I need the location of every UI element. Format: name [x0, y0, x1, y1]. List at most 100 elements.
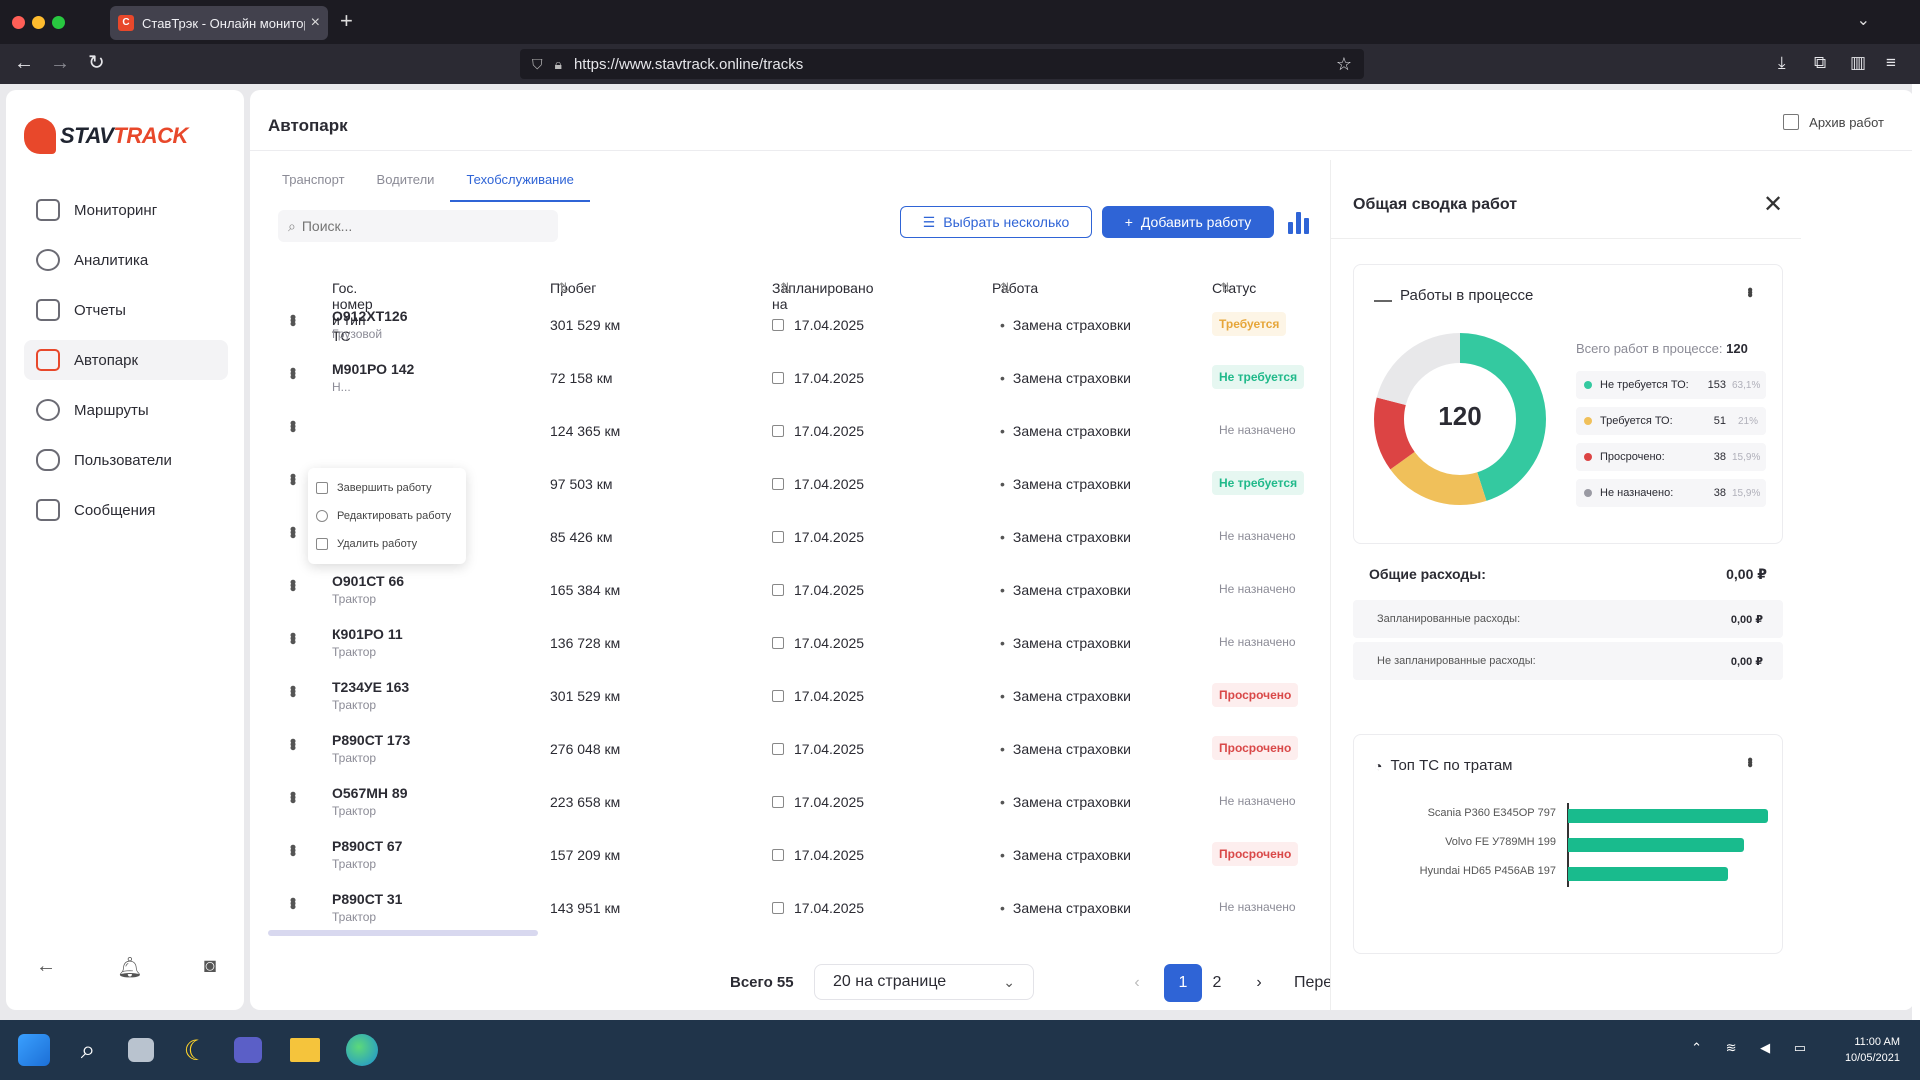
bar [1568, 867, 1728, 881]
tab-list-chevron-icon[interactable]: ⌄ [1857, 10, 1870, 30]
sort-icon[interactable]: ⇅ [1000, 280, 1011, 296]
tab-maintenance[interactable]: Техобслуживание [450, 160, 590, 202]
sidebar-item-users[interactable]: Пользователи [24, 440, 228, 480]
more-options-icon[interactable]: ••• [1740, 287, 1758, 295]
stavtrack-logo[interactable]: STAVTRACK [24, 118, 188, 154]
table-row[interactable]: ••• М901РО 142 Н... 72 158 км 17.04.2025 Заме… [268, 353, 1330, 406]
edge-browser-icon[interactable] [346, 1034, 378, 1066]
menu-hamburger-icon[interactable]: ≡ [1886, 53, 1896, 73]
analytics-icon [36, 249, 60, 271]
sidebar-item-routes[interactable]: Маршруты [24, 390, 228, 430]
collapse-arrow-icon[interactable]: ← [36, 955, 56, 980]
archive-works-button[interactable]: Архив работ [1783, 114, 1884, 130]
bar-row: Scania P360 Е345ОР 797 [1374, 803, 1774, 832]
table-row[interactable]: ••• 124 365 км 17.04.2025 Замена страховки Н… [268, 406, 1330, 459]
extensions-icon[interactable]: ⧉ [1814, 53, 1826, 73]
downloads-icon[interactable]: ⤓ [1778, 53, 1786, 73]
search-icon[interactable]: ⌕ [72, 1034, 104, 1066]
edit-work-menu-item[interactable]: Редактировать работу [308, 502, 466, 530]
table-row[interactable]: ••• Р890СТ 173 Трактор 276 048 км 17.04.2025… [268, 724, 1330, 777]
close-icon[interactable]: ✕ [1763, 190, 1783, 219]
teams-app-icon[interactable] [234, 1037, 262, 1063]
bookmark-star-icon[interactable]: ☆ [1336, 54, 1352, 75]
row-actions-icon[interactable]: ••• [283, 579, 303, 589]
windows-start-icon[interactable] [18, 1034, 50, 1066]
table-row[interactable]: ••• Р890СТ 67 Трактор 157 209 км 17.04.2025 З… [268, 830, 1330, 883]
row-actions-icon[interactable]: ••• [283, 526, 303, 536]
work-name: Замена страховки [1000, 900, 1131, 916]
sort-icon[interactable]: ⇅ [780, 280, 791, 296]
url-text[interactable]: https://www.stavtrack.online/tracks [574, 56, 803, 73]
row-actions-icon[interactable]: ••• [283, 685, 303, 695]
new-tab-button[interactable]: + [340, 8, 353, 34]
table-row[interactable]: ••• О901СТ 66 Трактор 165 384 км 17.04.2025 З… [268, 565, 1330, 618]
page-1-button[interactable]: 1 [1164, 964, 1202, 1002]
search-input[interactable] [301, 218, 548, 234]
table-row[interactable]: ••• О567МН 89 Трактор 223 658 км 17.04.2025 З… [268, 777, 1330, 830]
sidebar-item-monitoring[interactable]: Мониторинг [24, 190, 228, 230]
checklist-icon: ☰ [922, 213, 936, 230]
prev-page-button[interactable]: ‹ [1118, 964, 1156, 1002]
scheduled-date: 17.04.2025 [772, 635, 864, 651]
more-options-icon[interactable]: ••• [1740, 757, 1758, 765]
task-view-icon[interactable] [128, 1038, 154, 1062]
tab-transport[interactable]: Транспорт [266, 160, 361, 202]
row-actions-icon[interactable]: ••• [283, 738, 303, 748]
row-actions-icon[interactable]: ••• [283, 420, 303, 430]
sort-icon[interactable]: ⇅ [1220, 280, 1231, 296]
sidebar-item-messages[interactable]: Сообщения [24, 490, 228, 530]
row-actions-icon[interactable]: ••• [283, 844, 303, 854]
notifications-bell-icon[interactable]: 🔔︎ [117, 955, 142, 980]
reload-icon[interactable]: ↻ [88, 52, 105, 74]
table-row[interactable]: ••• К901РО 11 Трактор 136 728 км 17.04.2025 З… [268, 618, 1330, 671]
system-clock[interactable]: 11:00 AM 10/05/2021 [1845, 1034, 1900, 1066]
file-explorer-icon[interactable] [290, 1038, 320, 1062]
add-work-button[interactable]: + Добавить работу [1102, 206, 1274, 238]
browser-tab-active[interactable]: С СтавТрэк - Онлайн мониторинг × [110, 6, 328, 40]
page-2-button[interactable]: 2 [1198, 964, 1236, 1002]
table-header: Гос. номер и тип ТС Пробег ⇅ Запланирован… [332, 280, 1257, 344]
next-page-button[interactable]: › [1240, 964, 1278, 1002]
horizontal-scrollbar[interactable] [268, 930, 538, 936]
table-row[interactable]: ••• О912ХТ126 Грузовой 301 529 км 17.04.2025… [268, 300, 1330, 353]
close-tab-icon[interactable]: × [311, 14, 320, 32]
table-row[interactable]: ••• Р890СТ 31 Трактор 143 951 км 17.04.2025 З… [268, 883, 1330, 936]
row-actions-icon[interactable]: ••• [283, 314, 303, 324]
row-actions-icon[interactable]: ••• [283, 897, 303, 907]
per-page-select[interactable]: 20 на странице ⌄ [814, 964, 1034, 1000]
shield-icon[interactable]: ⛉ [532, 56, 543, 73]
minimize-window-button[interactable] [32, 16, 45, 29]
sort-icon[interactable]: ⇅ [558, 280, 569, 296]
delete-work-menu-item[interactable]: Удалить работу [308, 530, 466, 558]
close-window-button[interactable] [12, 16, 25, 29]
sidebar-item-fleet[interactable]: Автопарк [24, 340, 228, 380]
system-tray[interactable]: ⌃ ≋ ◀ ▭ [1691, 1040, 1816, 1056]
search-box[interactable]: ⌕ [278, 210, 558, 242]
url-bar[interactable]: ⛉ 🔒︎ https://www.stavtrack.online/tracks… [520, 49, 1364, 79]
moon-app-icon[interactable]: ☾ [180, 1034, 212, 1066]
work-name: Замена страховки [1000, 317, 1131, 333]
bar-chart-toggle-icon[interactable] [1288, 210, 1312, 234]
tab-drivers[interactable]: Водители [361, 160, 451, 202]
table-row[interactable]: ••• Т234УЕ 163 Трактор 301 529 км 17.04.2025… [268, 671, 1330, 724]
profile-icon[interactable]: ◙ [204, 955, 216, 980]
lock-icon[interactable]: 🔒︎ [555, 56, 562, 73]
select-many-button[interactable]: ☰ Выбрать несколько [900, 206, 1092, 238]
complete-work-menu-item[interactable]: Завершить работу [308, 474, 466, 502]
top-vehicles-title: ◔ Топ ТС по тратам [1374, 757, 1513, 774]
maximize-window-button[interactable] [52, 16, 65, 29]
vehicle-mileage: 301 529 км [550, 317, 621, 333]
sidebar-item-analytics[interactable]: Аналитика [24, 240, 228, 280]
vehicle-mileage: 85 426 км [550, 529, 613, 545]
legend-percent: 21% [1737, 415, 1758, 427]
forward-arrow-icon[interactable]: → [50, 52, 70, 74]
row-actions-icon[interactable]: ••• [283, 473, 303, 483]
row-actions-icon[interactable]: ••• [283, 632, 303, 642]
sidebar-toggle-icon[interactable]: ▥ [1850, 53, 1866, 73]
row-actions-icon[interactable]: ••• [283, 791, 303, 801]
legend-label: Не назначено: [1600, 487, 1674, 499]
row-actions-icon[interactable]: ••• [283, 367, 303, 377]
back-arrow-icon[interactable]: ← [14, 52, 34, 74]
sidebar-item-reports[interactable]: Отчеты [24, 290, 228, 330]
vehicle-mileage: 124 365 км [550, 423, 621, 439]
